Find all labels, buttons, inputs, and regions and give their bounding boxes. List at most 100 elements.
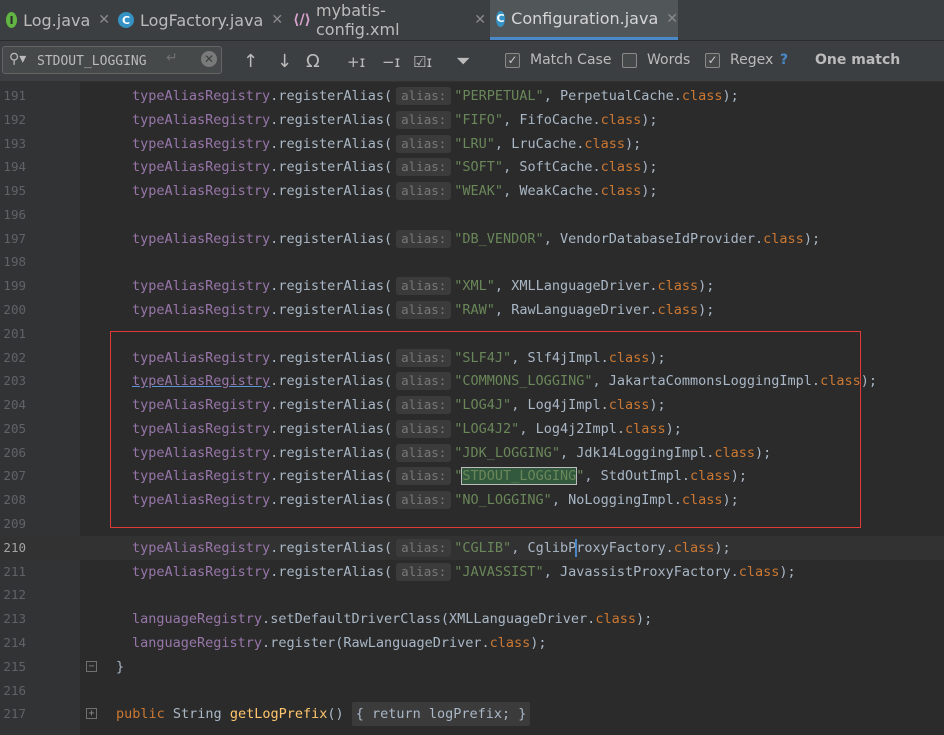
- code-token: (: [383, 397, 393, 414]
- line-number: 194: [3, 159, 26, 175]
- code-line[interactable]: 201: [0, 322, 944, 346]
- match-case-label[interactable]: Match Case: [530, 52, 611, 68]
- code-token: );: [714, 539, 731, 556]
- code-text: typeAliasRegistry. registerAlias(alias: "X…: [132, 274, 714, 298]
- code-line[interactable]: 199 typeAliasRegistry. registerAlias(alias…: [0, 274, 944, 298]
- fold-icon[interactable]: −: [86, 660, 97, 672]
- line-number: 214: [3, 634, 26, 650]
- code-token: .: [681, 468, 691, 485]
- code-line[interactable]: 208 typeAliasRegistry. registerAlias(alias…: [0, 488, 944, 512]
- code-line[interactable]: 215 −}: [0, 655, 944, 679]
- code-line[interactable]: 197 typeAliasRegistry. registerAlias(alias…: [0, 227, 944, 251]
- regex-label[interactable]: Regex: [730, 52, 773, 68]
- code-line[interactable]: 207 typeAliasRegistry. registerAlias(alias…: [0, 464, 944, 488]
- code-token: (: [383, 159, 393, 176]
- expand-icon[interactable]: +: [86, 708, 97, 720]
- filter-icon[interactable]: ⏷: [456, 51, 470, 72]
- tab-log-java[interactable]: I Log.java ✕: [0, 0, 110, 40]
- code-token: (: [383, 88, 393, 104]
- add-occurrence-icon[interactable]: +ɪ: [347, 53, 365, 71]
- code-line[interactable]: 198: [0, 250, 944, 274]
- code-line[interactable]: 212: [0, 583, 944, 607]
- tab-label: LogFactory.java: [140, 10, 264, 30]
- remove-occurrence-icon[interactable]: −ɪ: [382, 53, 400, 71]
- code-token: (: [383, 444, 393, 461]
- find-all-icon[interactable]: Ω: [306, 51, 320, 72]
- code-line[interactable]: 196: [0, 203, 944, 227]
- code-token: .: [592, 183, 601, 200]
- code-line[interactable]: 202 typeAliasRegistry. registerAlias(alias…: [0, 346, 944, 370]
- code-token: ,: [494, 302, 512, 319]
- match-case-checkbox[interactable]: ✓: [505, 53, 520, 68]
- previous-occurrence-icon[interactable]: ↑: [243, 51, 258, 72]
- code-line[interactable]: 191 typeAliasRegistry. registerAlias(alias…: [0, 84, 944, 108]
- tab-label: mybatis-config.xml: [316, 1, 400, 39]
- class-ref: Slf4jImpl: [527, 349, 601, 366]
- keyword: class: [681, 492, 723, 509]
- field-ref: typeAliasRegistry: [132, 468, 271, 485]
- code-line[interactable]: 217 + public String getLogPrefix() { retur…: [0, 702, 944, 727]
- code-line[interactable]: 211 typeAliasRegistry. registerAlias(alias…: [0, 560, 944, 584]
- line-number: 193: [3, 135, 26, 151]
- method-declaration: getLogPrefix: [229, 706, 328, 723]
- code-token: .: [673, 88, 682, 104]
- field-ref: typeAliasRegistry: [132, 183, 271, 200]
- code-text: typeAliasRegistry. registerAlias(alias: "P…: [132, 84, 739, 108]
- class-ref: SoftCache: [519, 159, 593, 176]
- keyword: class: [600, 159, 642, 176]
- code-line[interactable]: 214 languageRegistry.register(RawLanguage…: [0, 631, 944, 655]
- code-token: (: [383, 539, 393, 556]
- method-call: registerAlias: [278, 492, 384, 509]
- string-literal: "WEAK": [454, 183, 504, 200]
- code-line[interactable]: 204 typeAliasRegistry. registerAlias(alias…: [0, 393, 944, 417]
- close-icon[interactable]: ✕: [98, 12, 110, 28]
- code-line[interactable]: 195 typeAliasRegistry. registerAlias(alias…: [0, 179, 944, 203]
- code-line[interactable]: 213 languageRegistry.setDefaultDriverClas…: [0, 607, 944, 631]
- search-input[interactable]: [35, 50, 179, 72]
- field-ref: typeAliasRegistry: [132, 135, 271, 152]
- code-line[interactable]: 200 typeAliasRegistry. registerAlias(alias…: [0, 298, 944, 322]
- code-token: );: [803, 230, 821, 247]
- class-icon: C: [118, 12, 134, 28]
- code-line[interactable]: 206 typeAliasRegistry.registerAlias(alias…: [0, 441, 944, 465]
- close-icon[interactable]: ✕: [666, 11, 678, 27]
- method-call: registerAlias: [278, 135, 384, 152]
- regex-checkbox[interactable]: ✓: [705, 53, 720, 68]
- tab-mybatis-config-xml[interactable]: ⟨/⟩ mybatis-config.xml ✕: [288, 0, 486, 40]
- keyword: class: [600, 183, 642, 200]
- code-token: (: [383, 349, 393, 366]
- line-number: 198: [3, 254, 26, 270]
- class-ref: CglibP: [527, 539, 577, 556]
- keyword: class: [763, 230, 804, 247]
- field-ref: typeAliasRegistry: [132, 111, 271, 128]
- code-text: typeAliasRegistry. registerAlias(alias: "D…: [132, 227, 820, 251]
- code-line[interactable]: 205 typeAliasRegistry. registerAlias(alias…: [0, 417, 944, 441]
- code-token: );: [625, 135, 642, 152]
- code-line[interactable]: 192 typeAliasRegistry. registerAlias(alias…: [0, 108, 944, 132]
- code-line[interactable]: 194 typeAliasRegistry. registerAlias(alias…: [0, 155, 944, 179]
- tab-configuration-java[interactable]: C Configuration.java ✕: [490, 0, 678, 40]
- class-ref: FifoCache: [519, 111, 593, 128]
- search-match: STDOUT_LOGGING: [461, 467, 578, 486]
- close-icon[interactable]: ✕: [271, 12, 283, 28]
- class-ref: RawLanguageDriver: [511, 302, 650, 319]
- clear-icon[interactable]: ✕: [201, 51, 217, 67]
- close-icon[interactable]: ✕: [474, 12, 486, 28]
- keyword: class: [595, 611, 636, 628]
- code-text: public String getLogPrefix() { return lo…: [116, 702, 531, 727]
- method-call: registerAlias: [278, 111, 384, 128]
- words-label[interactable]: Words: [647, 52, 690, 68]
- keyword: class: [600, 111, 642, 128]
- code-line[interactable]: 210 typeAliasRegistry. registerAlias(alias…: [0, 535, 944, 560]
- tab-logfactory-java[interactable]: C LogFactory.java ✕: [112, 0, 285, 40]
- next-occurrence-icon[interactable]: ↓: [277, 51, 292, 72]
- words-checkbox[interactable]: [622, 53, 637, 68]
- code-line[interactable]: 216: [0, 679, 944, 703]
- select-all-occurrences-icon[interactable]: ☑ɪ: [413, 53, 432, 71]
- code-line[interactable]: 193 typeAliasRegistry.registerAlias(alias…: [0, 132, 944, 156]
- regex-help-link[interactable]: ?: [780, 52, 788, 68]
- code-token: (: [383, 111, 393, 128]
- code-line[interactable]: 209: [0, 512, 944, 536]
- search-icon[interactable]: ⚲▾: [9, 51, 26, 67]
- code-line[interactable]: 203 typeAliasRegistry. registerAlias(alias…: [0, 369, 944, 393]
